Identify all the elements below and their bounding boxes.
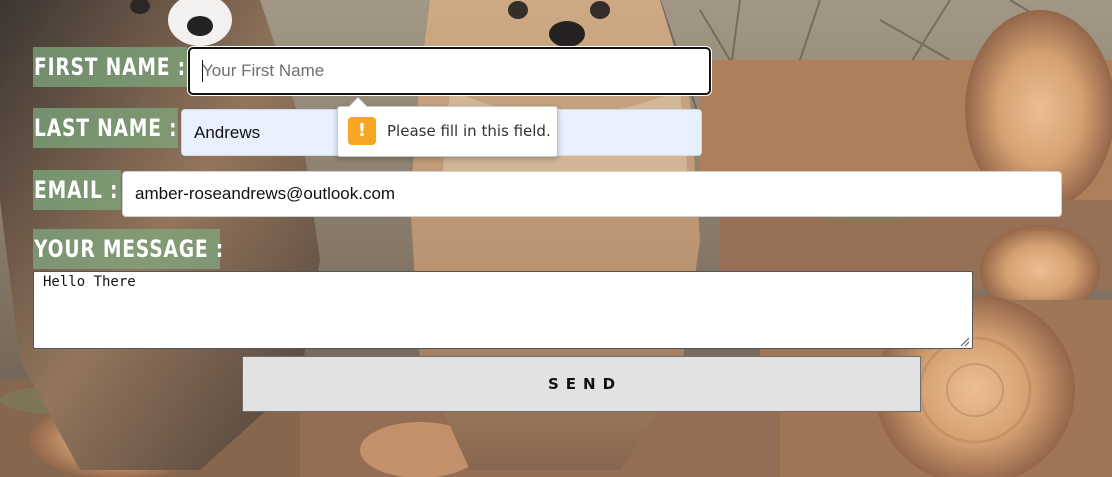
- tooltip-arrow-fill: [349, 98, 367, 107]
- first-name-input[interactable]: [188, 47, 711, 95]
- message-label-text: YOUR MESSAGE :: [34, 235, 225, 263]
- send-button[interactable]: SEND: [242, 356, 921, 412]
- last-name-label: LAST NAME :: [33, 108, 178, 148]
- text-caret: [202, 60, 203, 82]
- validation-tooltip: ! Please fill in this field.: [337, 106, 558, 157]
- resize-grip-icon[interactable]: [959, 336, 970, 347]
- message-label: YOUR MESSAGE :: [33, 229, 223, 269]
- email-input[interactable]: [122, 171, 1062, 217]
- first-name-label: FIRST NAME :: [33, 47, 187, 87]
- validation-message: Please fill in this field.: [387, 122, 551, 140]
- last-name-label-text: LAST NAME :: [34, 114, 178, 142]
- warning-icon: !: [348, 117, 376, 145]
- email-label: EMAIL :: [33, 170, 121, 210]
- message-textarea[interactable]: Hello There: [33, 271, 973, 349]
- first-name-label-text: FIRST NAME :: [34, 53, 186, 81]
- email-label-text: EMAIL :: [34, 176, 119, 204]
